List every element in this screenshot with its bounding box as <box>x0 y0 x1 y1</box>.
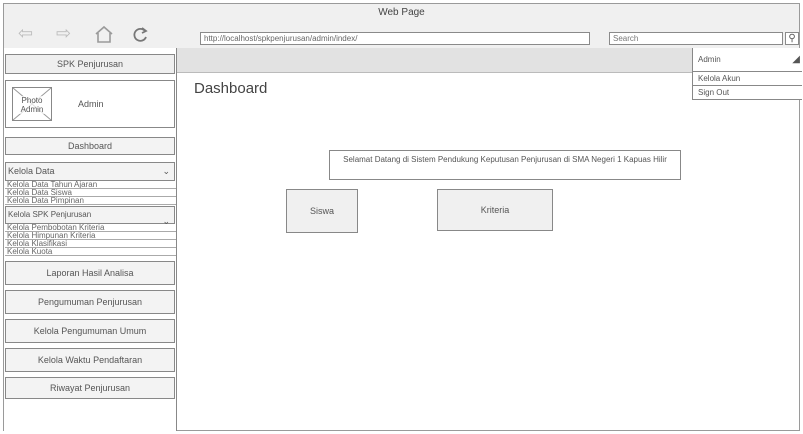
caret-icon: ◢ <box>792 54 800 65</box>
avatar: Photo Admin <box>12 87 52 121</box>
page-title: Dashboard <box>194 80 268 97</box>
menu-item-kelola-akun[interactable]: Kelola Akun <box>693 72 802 86</box>
sidebar-item-label: Kelola SPK Penjurusan <box>8 210 92 219</box>
sidebar-item-riwayat[interactable]: Riwayat Penjurusan <box>5 377 175 399</box>
sidebar-item-pengumuman-umum[interactable]: Kelola Pengumuman Umum <box>5 319 175 343</box>
sidebar-subitem-pimpinan[interactable]: Kelola Data Pimpinan <box>5 197 176 205</box>
card-kriteria[interactable]: Kriteria <box>437 189 553 231</box>
sidebar-brand: SPK Penjurusan <box>5 54 175 74</box>
back-arrow-icon[interactable]: ⇦ <box>18 24 33 42</box>
forward-arrow-icon[interactable]: ⇨ <box>56 24 71 42</box>
chevron-down-icon: ⌄ <box>162 166 170 176</box>
browser-toolbar: Web Page ⇦ ⇨ http://localhost/spkpenjuru… <box>4 4 799 49</box>
home-icon[interactable] <box>94 25 114 46</box>
menu-item-sign-out[interactable]: Sign Out <box>693 86 802 100</box>
sidebar-item-label: Kelola Data <box>8 166 55 176</box>
window-title: Web Page <box>378 7 425 18</box>
sidebar-subitem-kuota[interactable]: Kelola Kuota <box>5 248 176 256</box>
url-bar[interactable]: http://localhost/spkpenjurusan/admin/ind… <box>200 32 590 45</box>
account-menu-label: Admin <box>698 55 721 64</box>
account-dropdown: Admin ◢ Kelola Akun Sign Out <box>692 48 802 100</box>
sidebar-item-laporan[interactable]: Laporan Hasil Analisa <box>5 261 175 285</box>
sidebar-item-pengumuman-penjurusan[interactable]: Pengumuman Penjurusan <box>5 290 175 314</box>
refresh-icon[interactable] <box>131 26 149 47</box>
browser-window: Web Page ⇦ ⇨ http://localhost/spkpenjuru… <box>3 3 802 431</box>
sidebar-subitem-klasifikasi[interactable]: Kelola Klasifikasi <box>5 240 176 248</box>
search-button[interactable]: ⚲ <box>785 32 799 45</box>
avatar-label: Photo Admin <box>15 96 49 114</box>
sidebar-subitem-siswa[interactable]: Kelola Data Siswa <box>5 189 176 197</box>
sidebar-subitem-pembobotan[interactable]: Kelola Pembobotan Kriteria <box>5 224 176 232</box>
sidebar-item-waktu-pendaftaran[interactable]: Kelola Waktu Pendaftaran <box>5 348 175 372</box>
search-input[interactable]: Search <box>609 32 783 45</box>
search-icon: ⚲ <box>788 33 796 44</box>
sidebar-item-dashboard[interactable]: Dashboard <box>5 137 175 155</box>
sidebar-item-kelola-spk[interactable]: Kelola SPK Penjurusan ⌄ <box>5 206 175 226</box>
sidebar-subitem-tahun-ajaran[interactable]: Kelola Data Tahun Ajaran <box>5 181 176 189</box>
welcome-message: Selamat Datang di Sistem Pendukung Keput… <box>329 150 681 180</box>
sidebar-item-kelola-data[interactable]: Kelola Data ⌄ <box>5 162 175 181</box>
admin-name: Admin <box>78 99 104 109</box>
profile-panel: Photo Admin Admin <box>5 80 175 128</box>
card-siswa[interactable]: Siswa <box>286 189 358 233</box>
account-menu-button[interactable]: Admin ◢ <box>693 48 802 72</box>
sidebar-subitem-himpunan[interactable]: Kelola Himpunan Kriteria <box>5 232 176 240</box>
sidebar: SPK Penjurusan Photo Admin Admin Dashboa… <box>4 48 177 431</box>
